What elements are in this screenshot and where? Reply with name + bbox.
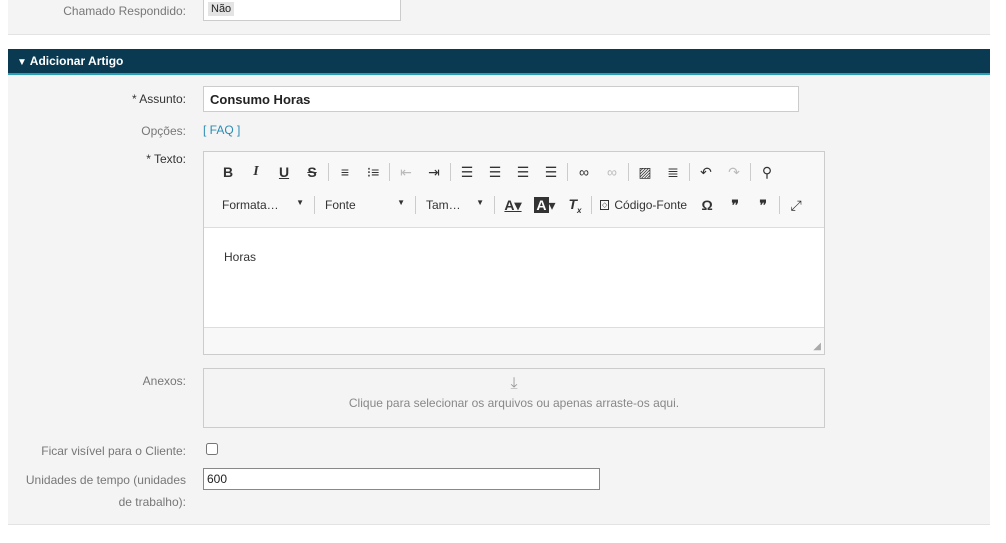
source-icon: ◇ [600, 200, 610, 210]
units-input[interactable]: 600 [203, 468, 600, 490]
blockquote-icon[interactable]: ❞ [721, 197, 749, 214]
link-icon[interactable]: ∞ [570, 164, 598, 180]
search-icon[interactable]: ⚲ [753, 164, 781, 181]
font-dropdown[interactable]: Fonte ▼ [317, 198, 413, 212]
size-dropdown[interactable]: Tam… ▼ [418, 198, 492, 212]
visible-label: Ficar visível para o Cliente: [41, 444, 186, 458]
attachments-dropzone[interactable]: ⤓ Clique para selecionar os arquivos ou … [203, 368, 825, 428]
special-char-icon[interactable]: Ω [693, 197, 721, 213]
toolbar-row-2: Formata… ▼ Fonte ▼ Tam… ▼ A▾ A ▾ Tx ◇ Código-… [214, 194, 810, 216]
resize-handle-icon[interactable]: ◢ [813, 341, 821, 352]
source-button[interactable]: ◇ Código-Fonte [594, 198, 693, 212]
italic-icon[interactable]: I [242, 164, 270, 180]
attachments-label: Anexos: [142, 374, 186, 388]
text-label: * Texto: [146, 152, 186, 166]
background-color-icon[interactable]: A ▾ [529, 196, 561, 214]
subject-label: * Assunto: [131, 92, 186, 106]
subject-input[interactable]: Consumo Horas [203, 86, 799, 112]
answered-label: Chamado Respondido: [63, 4, 186, 18]
remove-format-icon[interactable]: Tx [561, 196, 589, 215]
upload-icon: ⤓ [510, 375, 518, 392]
visible-checkbox[interactable] [206, 443, 218, 455]
text-color-icon[interactable]: A▾ [497, 197, 529, 214]
caret-down-icon: ▼ [476, 198, 484, 207]
indent-icon[interactable]: ⇥ [420, 164, 448, 181]
collapse-triangle-icon: ▼ [17, 57, 27, 68]
horizontal-rule-icon[interactable]: ≣ [659, 164, 687, 181]
bold-icon[interactable]: B [214, 164, 242, 180]
justify-icon[interactable]: ☰ [537, 164, 565, 181]
units-label-2: de trabalho): [118, 495, 186, 509]
section-title: Adicionar Artigo [29, 54, 124, 68]
align-right-icon[interactable]: ☰ [509, 164, 537, 181]
attachments-hint: Clique para selecionar os arquivos ou ap… [348, 396, 680, 410]
redo-icon[interactable]: ↷ [720, 164, 748, 181]
options-label: Opções: [141, 124, 186, 138]
caret-down-icon: ▼ [296, 198, 304, 207]
toolbar-row-1: B I U S ≡ ⁝≡ ⇤ ⇥ ☰ ☰ ☰ ☰ ∞ ∞ ▨ ≣ ↶ ↷ ⚲ [214, 161, 781, 183]
unlink-icon[interactable]: ∞ [598, 164, 626, 180]
section-header[interactable]: ▼ Adicionar Artigo [8, 49, 990, 75]
units-label-1: Unidades de tempo (unidades [25, 473, 186, 487]
outdent-icon[interactable]: ⇤ [392, 164, 420, 181]
format-dropdown[interactable]: Formata… ▼ [214, 198, 312, 212]
editor-content[interactable]: Horas [204, 227, 824, 328]
numbered-list-icon[interactable]: ≡ [331, 164, 359, 180]
rich-text-editor: B I U S ≡ ⁝≡ ⇤ ⇥ ☰ ☰ ☰ ☰ ∞ ∞ ▨ ≣ ↶ ↷ ⚲ F… [203, 151, 825, 355]
answered-select[interactable]: Não [203, 0, 401, 21]
maximize-icon[interactable]: ⤢ [782, 197, 810, 214]
remove-blockquote-icon[interactable]: ❞ [749, 197, 777, 214]
bullet-list-icon[interactable]: ⁝≡ [359, 164, 387, 181]
align-left-icon[interactable]: ☰ [453, 164, 481, 181]
image-icon[interactable]: ▨ [631, 164, 659, 181]
faq-link[interactable]: [ FAQ ] [203, 123, 240, 137]
caret-down-icon: ▼ [397, 198, 405, 207]
answered-value: Não [208, 2, 235, 16]
strikethrough-icon[interactable]: S [298, 164, 326, 180]
underline-icon[interactable]: U [270, 164, 298, 180]
undo-icon[interactable]: ↶ [692, 164, 720, 181]
align-center-icon[interactable]: ☰ [481, 164, 509, 181]
